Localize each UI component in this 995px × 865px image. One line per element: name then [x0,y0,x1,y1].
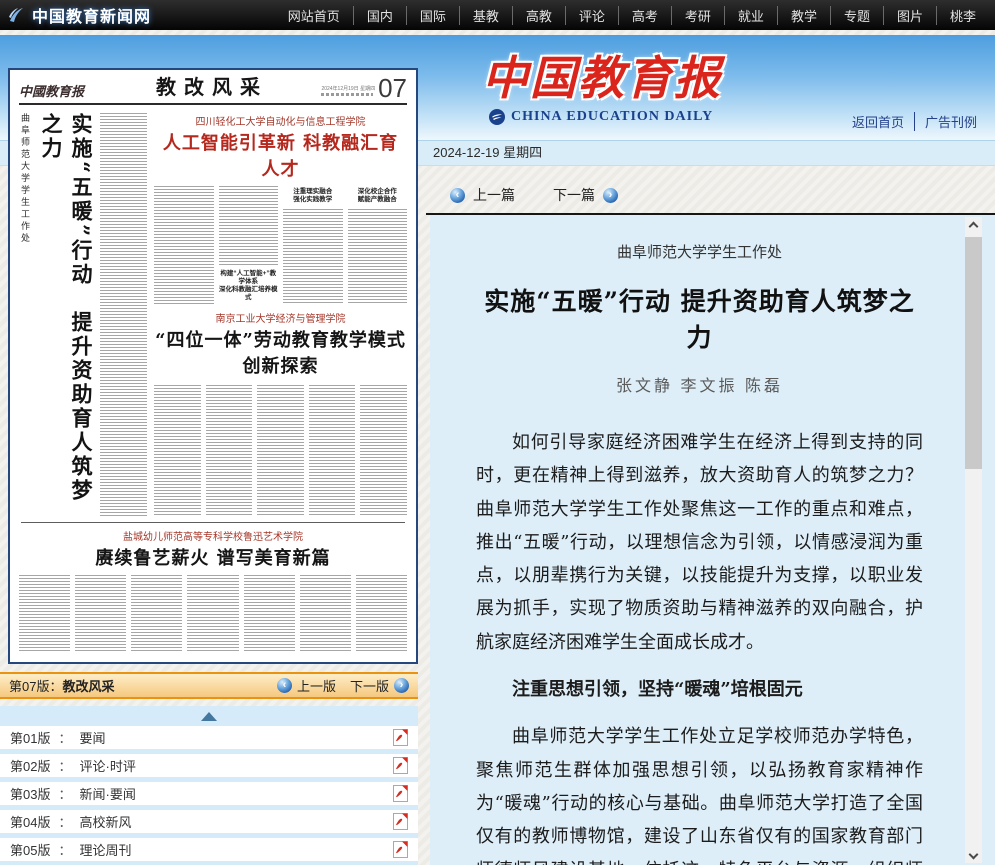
back-home-link[interactable]: 返回首页 [842,112,914,131]
nav-item-employment[interactable]: 就业 [724,6,777,25]
paper-nameplate: 中國教育报 [19,81,109,100]
paper-content: 曲阜师范大学学生工作处 实施“五暖”行动 提升资助育人筑梦之力 四川轻化工大学自… [10,105,416,657]
next-page-globe-icon[interactable] [394,678,409,693]
pdf-icon[interactable] [393,729,408,746]
chevron-down-icon [969,850,979,860]
china-education-daily-logo-en: CHINA EDUCATION DAILY [488,108,713,126]
next-article-button[interactable]: 下一篇 [553,185,595,205]
nav-item-domestic[interactable]: 国内 [353,6,406,25]
pdf-icon[interactable] [393,757,408,774]
article-body: 曲阜师范大学学生工作处 实施“五暖”行动 提升资助育人筑梦之力 张文静 李文振 … [476,241,923,865]
nav-item-international[interactable]: 国际 [406,6,459,25]
nav-item-higher-edu[interactable]: 高教 [512,6,565,25]
page-list-item-01[interactable]: 第01版：要闻 [0,726,418,749]
ced-emblem-icon [488,108,506,126]
page-list-item-02[interactable]: 第02版：评论·时评 [0,754,418,777]
scrollbar-up-button[interactable] [965,217,982,235]
article3-columns [19,575,407,653]
current-page-bar: 第07版： 教改风采 上一版 下一版 [0,672,418,699]
article-byline-org: 曲阜师范大学学生工作处 [476,241,923,262]
pdf-icon[interactable] [393,785,408,802]
paper-vertical-byline: 曲阜师范大学学生工作处 [19,113,32,283]
next-article-globe-icon[interactable] [603,188,618,203]
article2-headline: “四位一体”劳动教育教学模式创新探索 [154,326,407,378]
article3-org: 盐城幼儿师范高等专科学校鲁迅艺术学院 [19,528,407,543]
article-paragraph: 如何引导家庭经济困难学生在经济上得到支持的同时，更在精神上得到滋养，放大资助育人… [476,426,923,659]
next-page-button[interactable]: 下一版 [350,676,409,695]
page-list-scroll-up[interactable] [0,706,418,726]
nav-item-teaching[interactable]: 教学 [777,6,830,25]
china-education-daily-logo: 中国教育报 [482,42,722,108]
current-page-prefix: 第07版： [9,676,62,695]
ad-rates-link[interactable]: 广告刊例 [914,112,987,131]
ced-logo-en-text: CHINA EDUCATION DAILY [511,109,713,125]
article-scrollbar[interactable] [965,217,982,863]
article2-org: 南京工业大学经济与管理学院 [154,310,407,325]
pdf-icon[interactable] [393,841,408,858]
paper-masthead-right: 2024年12月19日 星期四 07 [315,76,407,100]
current-page-section: 教改风采 [62,676,114,695]
prev-page-globe-icon[interactable] [277,678,292,693]
prev-article-button[interactable]: 上一篇 [473,185,515,205]
article3-headline: 赓续鲁艺薪火 谱写美育新篇 [19,544,407,570]
article-authors: 张文静 李文振 陈磊 [476,372,923,396]
paper-article-3: 盐城幼儿师范高等专科学校鲁迅艺术学院 赓续鲁艺薪火 谱写美育新篇 [19,526,407,657]
nav-item-photos[interactable]: 图片 [883,6,936,25]
swoosh-logo-icon [6,5,26,25]
article2-columns [154,385,407,517]
article-pane: 曲阜师范大学学生工作处 实施“五暖”行动 提升资助育人筑梦之力 张文静 李文振 … [430,215,995,865]
article1-subhead-2: 注重理实融合 强化实践教学 [283,186,343,206]
paper-section-title: 教改风采 [109,71,315,100]
nav-item-special[interactable]: 专题 [830,6,883,25]
nav-item-basic-edu[interactable]: 基教 [459,6,512,25]
up-triangle-icon [201,712,217,721]
paper-lead-article-strip: 曲阜师范大学学生工作处 实施“五暖”行动 提升资助育人筑梦之力 [19,111,147,517]
paper-text-column [100,113,147,517]
site-logo-text: 中国教育新闻网 [32,3,151,27]
site-logo[interactable]: 中国教育新闻网 [6,3,151,27]
page-list-item-04[interactable]: 第04版：高校新风 [0,810,418,833]
article-title: 实施“五暖”行动 提升资助育人筑梦之力 [476,282,923,354]
page-list-item-05[interactable]: 第05版：理论周刊 [0,838,418,861]
article1-headline: 人工智能引革新 科教融汇育人才 [154,129,407,181]
newspaper-page-image[interactable]: 中國教育报 教改风采 2024年12月19日 星期四 07 曲阜师范大学学生工作… [8,68,418,664]
paper-dateline: 2024年12月19日 星期四 [321,86,375,100]
article-paragraph: 曲阜师范大学学生工作处立足学校师范办学特色，聚焦师范生群体加强思想引领，以弘扬教… [476,720,923,865]
scrollbar-thumb[interactable] [965,237,982,469]
header-links: 返回首页 广告刊例 [842,112,987,131]
nav-item-gaokao[interactable]: 高考 [618,6,671,25]
page-list: 第01版：要闻 第02版：评论·时评 第03版：新闻·要闻 第04版：高校新风 [0,706,418,865]
article1-org: 四川轻化工大学自动化与信息工程学院 [154,113,407,128]
prev-article-globe-icon[interactable] [450,188,465,203]
top-navbar: 中国教育新闻网 网站首页 国内 国际 基教 高教 评论 高考 考研 就业 教学 … [0,0,995,30]
article-subheading: 注重思想引领，坚持“暖魂”培根固元 [476,673,923,706]
nav-item-kaoyan[interactable]: 考研 [671,6,724,25]
prev-page-button[interactable]: 上一版 [277,676,336,695]
paper-page-number: 07 [378,76,407,100]
paper-article-1: 四川轻化工大学自动化与信息工程学院 人工智能引革新 科教融汇育人才 构建“人工智… [154,111,407,304]
nav-item-commentary[interactable]: 评论 [565,6,618,25]
pdf-icon[interactable] [393,813,408,830]
paper-vertical-headline: 实施“五暖”行动 提升资助育人筑梦之力 [36,113,96,517]
nav-item-taoli[interactable]: 桃李 [936,6,989,25]
paper-divider [21,522,405,523]
paper-masthead-row: 中國教育报 教改风采 2024年12月19日 星期四 07 [19,75,407,105]
article1-columns: 构建“人工智能+”教学体系 深化科教融汇培养模式 注重理实融合 强化实践教学 [154,186,407,304]
article1-subhead-1: 构建“人工智能+”教学体系 深化科教融汇培养模式 [219,268,279,304]
chevron-up-icon [969,222,979,232]
page-list-item-03[interactable]: 第03版：新闻·要闻 [0,782,418,805]
article1-subhead-3: 深化校企合作 赋能产教融合 [348,186,408,206]
paper-article-2: 南京工业大学经济与管理学院 “四位一体”劳动教育教学模式创新探索 [154,308,407,517]
scrollbar-down-button[interactable] [965,845,982,863]
article-prev-next-nav: 上一篇 下一篇 [450,182,618,208]
nav-item-home[interactable]: 网站首页 [275,6,353,25]
top-nav-links: 网站首页 国内 国际 基教 高教 评论 高考 考研 就业 教学 专题 图片 桃李 [275,6,989,25]
